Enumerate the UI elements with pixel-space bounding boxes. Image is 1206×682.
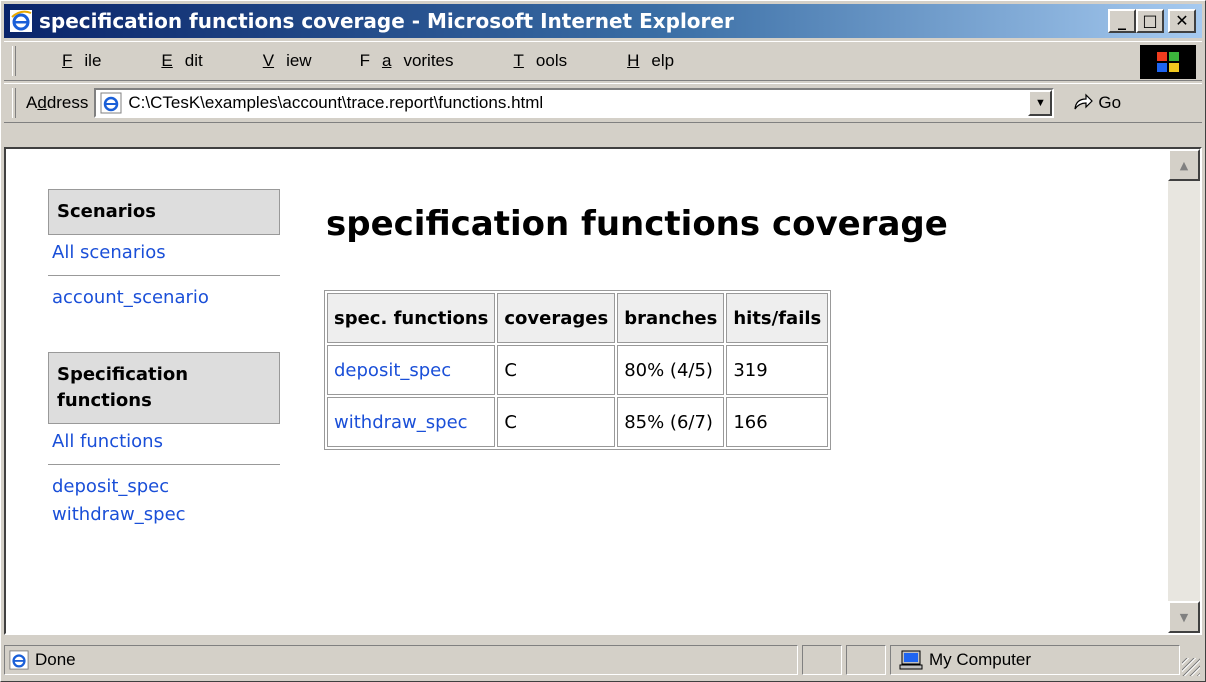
table-cell: withdraw_spec (327, 397, 496, 447)
menu-label-pre (603, 51, 627, 70)
address-label: Address (26, 93, 88, 113)
main-content: specification functions coverage spec. f… (324, 204, 948, 450)
zone-pane: My Computer (890, 645, 1180, 675)
divider (48, 275, 280, 276)
function-link-withdraw[interactable]: withdraw_spec (48, 500, 280, 533)
vertical-scrollbar[interactable]: ▲ ▼ (1168, 149, 1200, 633)
menu-label-accel: V (262, 51, 275, 70)
menu-label-post: dit (184, 51, 203, 70)
table-cell: 80% (4/5) (617, 345, 725, 395)
menu-label-pre (38, 51, 62, 70)
column-header: coverages (497, 293, 616, 343)
function-link-deposit[interactable]: deposit_spec (48, 469, 280, 500)
ie-logo-icon (10, 10, 32, 32)
go-button[interactable]: Go (1072, 93, 1121, 113)
page-icon (9, 650, 29, 670)
arrow-up-icon: ▲ (1179, 158, 1189, 172)
go-label: Go (1098, 93, 1122, 112)
table-cell: 166 (726, 397, 829, 447)
address-value: C:\CTesK\examples\account\trace.report\f… (128, 93, 544, 112)
menu-view[interactable]: View (227, 51, 336, 71)
address-label-accel: d (37, 93, 47, 112)
browser-window: specification functions coverage - Micro… (0, 0, 1206, 682)
column-header: branches (617, 293, 725, 343)
status-pane (802, 645, 842, 675)
title-bar[interactable]: specification functions coverage - Micro… (4, 4, 1202, 38)
status-pane: Done (4, 645, 798, 675)
menu-label-accel: E (161, 51, 173, 70)
menu-label-pre (490, 51, 514, 70)
status-pane (846, 645, 886, 675)
sidebar-nav: Scenarios All scenarios account_scenario… (48, 189, 280, 533)
table-cell: deposit_spec (327, 345, 496, 395)
menu-label-accel: F (62, 51, 73, 70)
menu-label-pre (137, 51, 161, 70)
table-row: withdraw_spec C 85% (6/7) 166 (327, 397, 829, 447)
address-input[interactable]: C:\CTesK\examples\account\trace.report\f… (94, 88, 1055, 118)
page-viewport: Scenarios All scenarios account_scenario… (4, 147, 1202, 635)
divider (48, 464, 280, 465)
scroll-down-button[interactable]: ▼ (1168, 601, 1200, 633)
zone-text: My Computer (929, 650, 1032, 669)
table-cell: C (497, 397, 616, 447)
menu-label-post: iew (286, 51, 312, 70)
minimize-button[interactable]: _ (1108, 9, 1136, 33)
coverage-table: spec. functions coverages branches hits/… (324, 290, 832, 450)
address-bar: Address C:\CTesK\examples\account\trace.… (4, 83, 1202, 123)
arrow-down-icon: ▼ (1179, 610, 1189, 624)
menu-label-accel: H (627, 51, 640, 70)
functions-heading: Specification functions (48, 352, 280, 424)
function-link[interactable]: withdraw_spec (334, 412, 468, 433)
menu-file[interactable]: File (26, 51, 125, 71)
table-row: deposit_spec C 80% (4/5) 319 (327, 345, 829, 395)
windows-logo-icon (1140, 45, 1196, 79)
window-title: specification functions coverage - Micro… (39, 9, 734, 33)
menu-tools[interactable]: Tools (478, 51, 592, 71)
status-bar: Done My Computer (4, 642, 1202, 678)
menu-label-post: ile (84, 51, 102, 70)
menu-label-post: elp (651, 51, 675, 70)
page-icon (100, 92, 122, 114)
resize-grip[interactable] (1182, 658, 1200, 676)
address-label-pre: A (26, 93, 38, 112)
page-title: specification functions coverage (326, 204, 948, 244)
all-functions-link[interactable]: All functions (48, 424, 280, 460)
address-label-post: dress (46, 93, 89, 112)
chevron-down-icon: ▼ (1034, 97, 1046, 109)
menu-bar: File Edit View Fa vorites Tools Help (4, 41, 1202, 81)
close-button[interactable]: ✕ (1168, 9, 1196, 33)
menu-edit[interactable]: Edit (125, 51, 226, 71)
menu-label-accel: T (513, 51, 524, 70)
menu-favorites[interactable]: Fa vorites (336, 51, 478, 71)
scenarios-heading: Scenarios (48, 189, 280, 235)
address-dropdown-button[interactable]: ▼ (1028, 90, 1053, 116)
menu-label-post: vorites (403, 51, 454, 70)
minimize-icon: _ (1118, 11, 1126, 30)
table-cell: 319 (726, 345, 829, 395)
table-cell: 85% (6/7) (617, 397, 725, 447)
window-controls: _ □ ✕ (1108, 9, 1196, 33)
table-header-row: spec. functions coverages branches hits/… (327, 293, 829, 343)
column-header: hits/fails (726, 293, 829, 343)
toolbar-grip[interactable] (12, 88, 16, 118)
close-icon: ✕ (1175, 11, 1189, 30)
maximize-button[interactable]: □ (1136, 9, 1164, 33)
menu-help[interactable]: Help (591, 51, 698, 71)
toolbar-grip[interactable] (12, 46, 16, 76)
function-link[interactable]: deposit_spec (334, 360, 451, 381)
column-header: spec. functions (327, 293, 496, 343)
menu-label-pre: F (359, 51, 370, 70)
scenario-link[interactable]: account_scenario (48, 280, 280, 316)
menu-label-pre (239, 51, 263, 70)
go-arrow-icon (1074, 93, 1094, 110)
table-cell: C (497, 345, 616, 395)
menu-list: File Edit View Fa vorites Tools Help (26, 51, 698, 71)
status-text: Done (35, 650, 76, 669)
all-scenarios-link[interactable]: All scenarios (48, 235, 280, 271)
maximize-icon: □ (1142, 11, 1158, 30)
scroll-up-button[interactable]: ▲ (1168, 149, 1200, 181)
menu-label-post: ools (535, 51, 568, 70)
computer-icon (899, 650, 923, 670)
